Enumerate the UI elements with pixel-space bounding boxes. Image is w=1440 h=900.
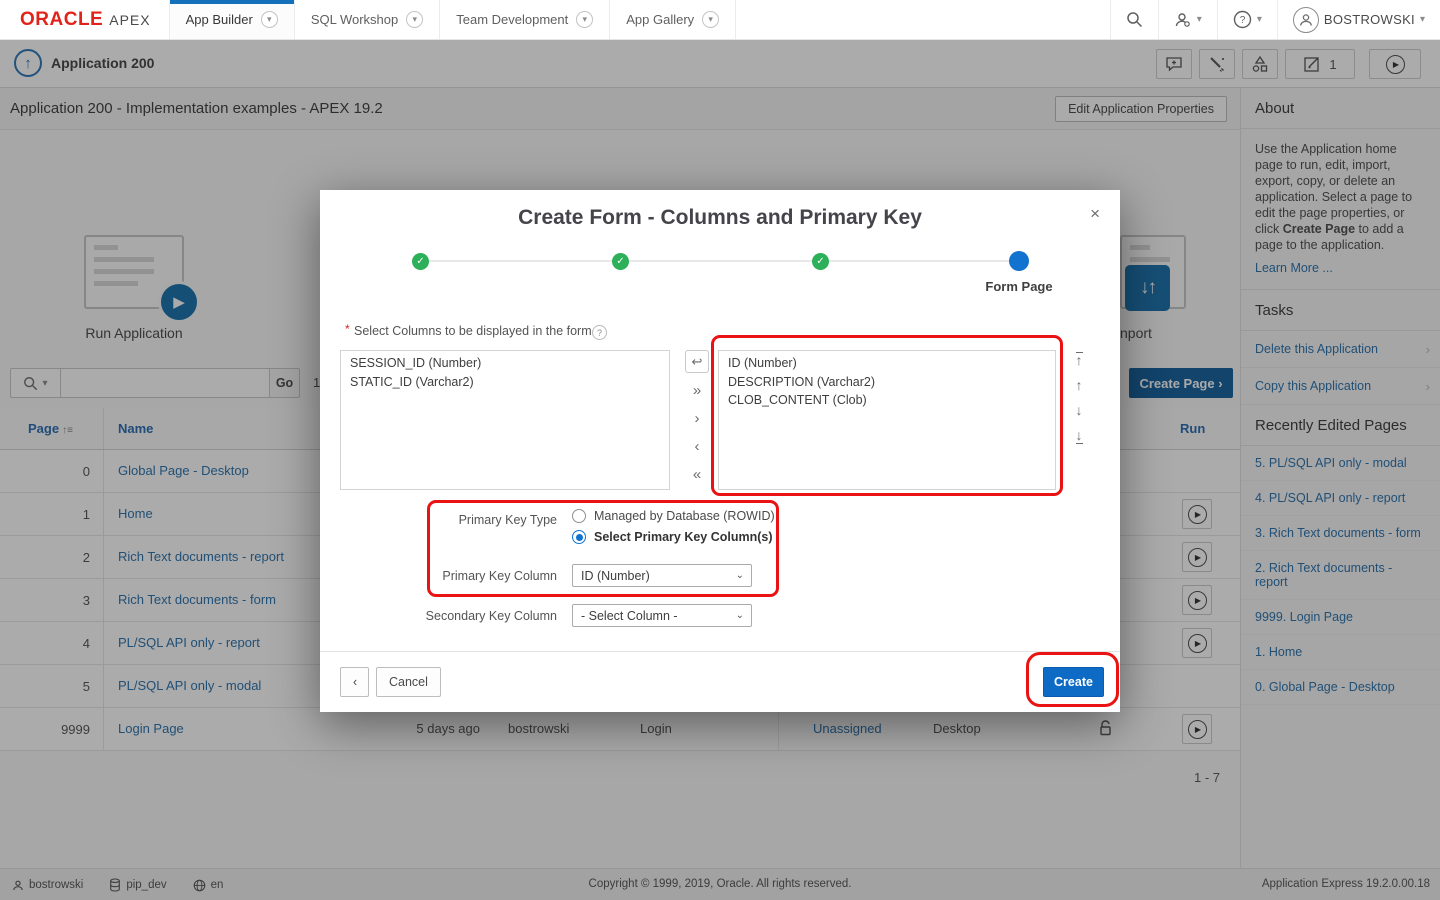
page-body: ↑ Application 200 1 ▶ (0, 40, 1440, 900)
top-navigation-bar: ORACLE APEX App Builder ▾ SQL Workshop ▾… (0, 0, 1440, 40)
chevron-down-icon[interactable]: ▾ (576, 11, 593, 28)
help-icon[interactable]: ? (592, 325, 607, 340)
wizard-back-button[interactable]: ‹ (340, 667, 369, 697)
chevron-down-icon[interactable]: ▾ (702, 11, 719, 28)
secondary-key-column-select[interactable]: - Select Column - ⌄ (572, 604, 752, 627)
list-item[interactable]: ID (Number) (719, 354, 1055, 373)
move-down-button[interactable]: ↓ (1076, 403, 1083, 418)
create-button[interactable]: Create (1043, 667, 1104, 697)
move-all-left-button[interactable]: « (693, 465, 701, 485)
primary-key-column-label: Primary Key Column (377, 569, 557, 583)
wizard-step-complete-1: ✓ (412, 253, 429, 270)
move-up-button[interactable]: ↑ (1076, 378, 1083, 393)
username-label: BOSTROWSKI (1324, 12, 1415, 27)
tab-app-builder[interactable]: App Builder ▾ (169, 0, 294, 39)
wizard-step-complete-3: ✓ (812, 253, 829, 270)
create-form-wizard-dialog: × Create Form - Columns and Primary Key … (320, 190, 1120, 712)
list-item[interactable]: STATIC_ID (Varchar2) (341, 373, 669, 392)
chevron-down-icon[interactable]: ▾ (261, 11, 278, 28)
wizard-step-label: Form Page (964, 279, 1074, 294)
admin-user-icon (1174, 11, 1192, 29)
secondary-key-column-label: Secondary Key Column (377, 609, 557, 623)
move-left-button[interactable]: ‹ (695, 437, 700, 457)
radio-selected-icon[interactable] (572, 530, 586, 544)
search-icon (1126, 11, 1143, 28)
chevron-down-icon[interactable]: ▾ (406, 11, 423, 28)
selected-columns-listbox[interactable]: ID (Number) DESCRIPTION (Varchar2) CLOB_… (718, 350, 1056, 490)
list-item[interactable]: SESSION_ID (Number) (341, 354, 669, 373)
tab-sql-workshop[interactable]: SQL Workshop ▾ (294, 0, 439, 39)
radio-select-primary-key-columns[interactable]: Select Primary Key Column(s) (572, 530, 773, 544)
help-menu-button[interactable]: ? ▾ (1217, 0, 1277, 39)
main-tabs: App Builder ▾ SQL Workshop ▾ Team Develo… (169, 0, 737, 39)
search-button[interactable] (1110, 0, 1158, 39)
list-item[interactable]: CLOB_CONTENT (Clob) (719, 391, 1055, 410)
administration-menu-button[interactable]: ▾ (1158, 0, 1217, 39)
chevron-down-icon: ▾ (1197, 14, 1202, 25)
list-item[interactable]: DESCRIPTION (Varchar2) (719, 373, 1055, 392)
select-columns-label: Select Columns to be displayed in the fo… (354, 324, 592, 338)
primary-key-type-label: Primary Key Type (377, 513, 557, 527)
user-avatar-icon (1293, 7, 1319, 33)
wizard-step-current (1009, 251, 1029, 271)
topnav-utilities: ▾ ? ▾ BOSTROWSKI ▾ (1110, 0, 1440, 39)
move-to-top-button[interactable]: ↑ (1076, 352, 1083, 368)
chevron-down-icon: ⌄ (736, 610, 744, 621)
available-columns-listbox[interactable]: SESSION_ID (Number) STATIC_ID (Varchar2) (340, 350, 670, 490)
primary-key-column-select[interactable]: ID (Number) ⌄ (572, 564, 752, 587)
chevron-down-icon: ⌄ (736, 570, 744, 581)
cancel-button[interactable]: Cancel (376, 667, 441, 697)
oracle-apex-logo[interactable]: ORACLE APEX (0, 0, 169, 39)
move-right-button[interactable]: › (695, 409, 700, 429)
tab-team-development[interactable]: Team Development ▾ (439, 0, 609, 39)
apex-wordmark: APEX (109, 12, 150, 28)
user-menu-button[interactable]: BOSTROWSKI ▾ (1277, 0, 1440, 39)
svg-text:?: ? (1240, 15, 1246, 26)
reorder-controls: ↑ ↑ ↓ ↓ (1067, 352, 1091, 444)
required-asterisk: * (345, 322, 350, 336)
move-all-right-button[interactable]: » (693, 381, 701, 401)
chevron-down-icon: ▾ (1420, 14, 1425, 25)
wizard-progress-line (420, 260, 1019, 262)
dialog-title: Create Form - Columns and Primary Key (320, 206, 1120, 230)
shuttle-reset-button[interactable]: ↩ (685, 350, 709, 373)
wizard-step-complete-2: ✓ (612, 253, 629, 270)
oracle-wordmark: ORACLE (20, 9, 103, 31)
chevron-down-icon: ▾ (1257, 14, 1262, 25)
shuttle-controls: ↩ » › ‹ « (683, 350, 711, 485)
radio-unselected-icon[interactable] (572, 509, 586, 523)
radio-managed-by-database[interactable]: Managed by Database (ROWID) (572, 509, 775, 523)
tab-app-gallery[interactable]: App Gallery ▾ (609, 0, 736, 39)
apex-app-builder-screen: ORACLE APEX App Builder ▾ SQL Workshop ▾… (0, 0, 1440, 900)
help-icon: ? (1233, 10, 1252, 29)
dialog-footer: ‹ Cancel Create (320, 651, 1120, 712)
move-to-bottom-button[interactable]: ↓ (1076, 428, 1083, 444)
